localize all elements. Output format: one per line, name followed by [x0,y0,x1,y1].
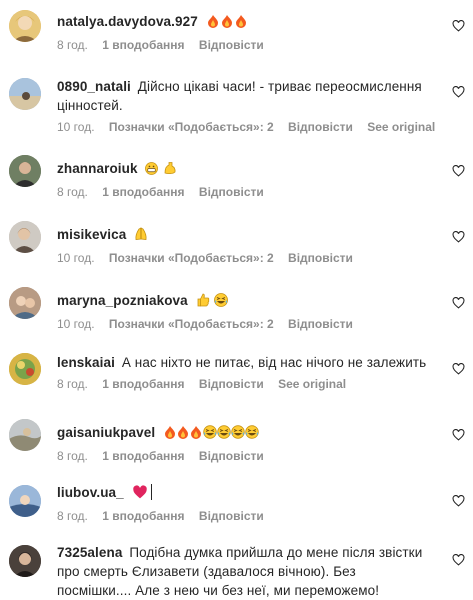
comment-text: А нас ніхто не питає, від нас нічого не … [121,355,427,370]
comment-item: misikevica 10 год. Позначки «Подобається… [0,211,473,269]
avatar[interactable] [9,545,41,577]
avatar[interactable] [9,221,41,253]
likes-count-link[interactable]: Позначки «Подобається»: 2 [109,317,274,331]
comment-time: 10 год. [57,251,95,265]
fire-emoji-icon [206,14,248,33]
see-original-button[interactable]: See original [367,120,435,134]
red-heart-emoji-icon [132,485,148,504]
likes-count-link[interactable]: 1 вподобання [102,377,184,391]
avatar[interactable] [9,419,41,451]
laughing-emoji-icon [214,293,229,312]
comment-time: 8 год. [57,377,88,391]
reply-button[interactable]: Відповісти [199,377,264,391]
comment-username[interactable]: liubov.ua_ [57,485,124,500]
avatar[interactable] [9,10,41,42]
comment-item: zhannaroiuk 8 год. 1 вподобання Відповіс… [0,145,473,203]
avatar[interactable] [9,353,41,385]
comment-item: liubov.ua_ 8 год. 1 вподобання Відповіст… [0,475,473,533]
likes-count-link[interactable]: 1 вподобання [102,185,184,199]
comment-username[interactable]: 7325alena [57,545,122,560]
reply-button[interactable]: Відповісти [199,38,264,52]
reply-button[interactable]: Відповісти [288,120,353,134]
muscle-emoji-icon [163,161,177,180]
comment-username[interactable]: natalya.davydova.927 [57,14,198,29]
like-heart-icon[interactable] [452,495,465,507]
comment-username[interactable]: gaisaniukpavel [57,425,155,440]
likes-count-link[interactable]: 1 вподобання [102,509,184,523]
likes-count-link[interactable]: Позначки «Подобається»: 2 [109,120,274,134]
comment-item: 0890_natali Дійсно цікаві часи! - триває… [0,68,473,138]
reply-button[interactable]: Відповісти [199,449,264,463]
comment-username[interactable]: zhannaroiuk [57,161,138,176]
comment-time: 8 год. [57,38,88,52]
comment-time: 8 год. [57,509,88,523]
comment-time: 10 год. [57,120,95,134]
like-heart-icon[interactable] [452,86,465,98]
avatar[interactable] [9,485,41,517]
comment-username[interactable]: misikevica [57,227,126,242]
comment-username[interactable]: maryna_pozniakova [57,293,188,308]
reply-button[interactable]: Відповісти [288,317,353,331]
folded-hands-emoji-icon [134,227,148,246]
like-heart-icon[interactable] [452,231,465,243]
like-heart-icon[interactable] [452,165,465,177]
like-heart-icon[interactable] [452,363,465,375]
likes-count-link[interactable]: 1 вподобання [102,449,184,463]
see-original-button[interactable]: See original [278,377,346,391]
reply-button[interactable]: Відповісти [199,185,264,199]
grin-emoji-icon [145,161,159,180]
text-caret [151,484,153,500]
comment-item: lenskaiai А нас ніхто не питає, від нас … [0,343,473,401]
comment-username[interactable]: 0890_natali [57,79,131,94]
comment-time: 8 год. [57,449,88,463]
like-heart-icon[interactable] [452,297,465,309]
comment-time: 8 год. [57,185,88,199]
avatar[interactable] [9,155,41,187]
reply-button[interactable]: Відповісти [199,509,264,523]
likes-count-link[interactable]: Позначки «Подобається»: 2 [109,251,274,265]
like-heart-icon[interactable] [452,20,465,32]
comment-item: 7325alena Подібна думка прийшла до мене … [0,541,473,600]
like-heart-icon[interactable] [452,429,465,441]
fire-emoji-icon [163,425,259,444]
avatar[interactable] [9,78,41,110]
comment-item: maryna_pozniakova 10 год. Позначки «Подо… [0,277,473,335]
comment-username[interactable]: lenskaiai [57,355,115,370]
comment-item: natalya.davydova.927 8 год. 1 вподобання… [0,0,473,58]
reply-button[interactable]: Відповісти [288,251,353,265]
like-heart-icon[interactable] [452,554,465,566]
avatar[interactable] [9,287,41,319]
comment-item: gaisaniukpavel 8 год. 1 вподобання Відпо… [0,409,473,467]
comment-time: 10 год. [57,317,95,331]
thumbs-up-emoji-icon [196,293,210,312]
likes-count-link[interactable]: 1 вподобання [102,38,184,52]
